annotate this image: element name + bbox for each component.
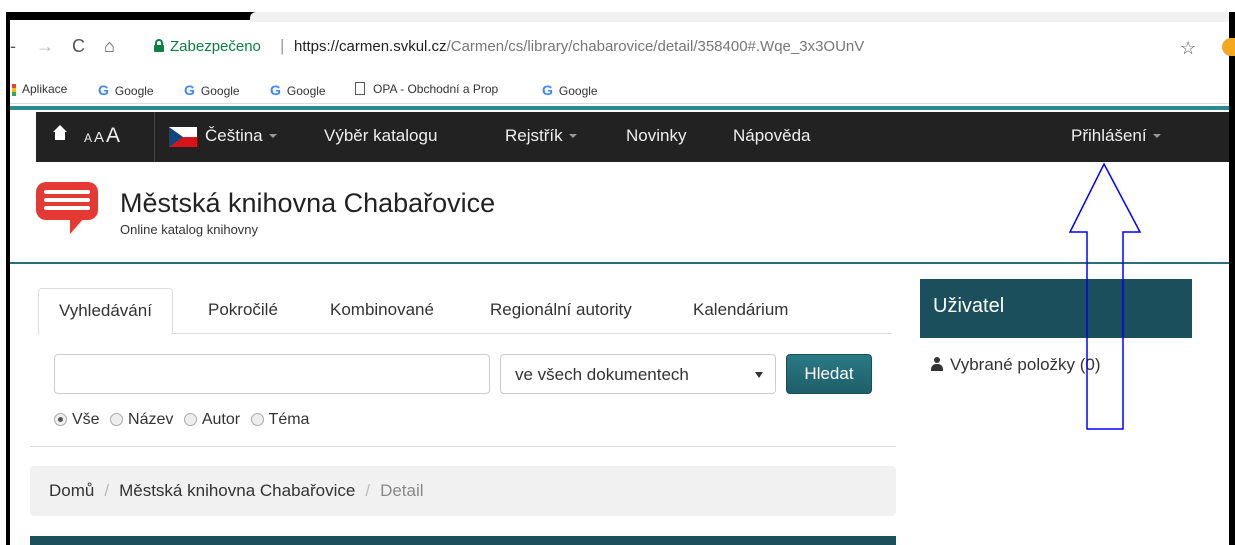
breadcrumb-current: Detail [380, 481, 424, 500]
nav-register[interactable]: Rejstřík [505, 126, 577, 146]
google-icon: G [270, 82, 281, 98]
forward-icon[interactable]: → [36, 36, 54, 57]
secure-label: Zabezpečeno [170, 38, 261, 55]
bookmark-google-1[interactable]: G Google [98, 82, 154, 98]
font-size-controls: A AA [84, 124, 122, 148]
header-divider [10, 262, 1229, 264]
bookmark-google-3[interactable]: G Google [270, 82, 326, 98]
library-header: Městská knihovna Chabařovice Online kata… [10, 162, 1229, 262]
tab-search[interactable]: Vyhledávání [38, 288, 173, 335]
radio-icon [110, 413, 124, 426]
url-path: /Carmen/cs/library/chabarovice/detail/35… [446, 38, 865, 55]
select-arrow-icon [755, 372, 763, 378]
nav-divider [154, 112, 155, 162]
breadcrumb-separator: / [365, 481, 371, 500]
bookmark-google-4[interactable]: G Google [542, 82, 598, 98]
address-bar-row: - → C ⌂ Zabezpečeno | https://carmen.svk… [10, 22, 1235, 74]
nav-news[interactable]: Novinky [626, 126, 686, 146]
tab-calendar[interactable]: Kalendárium [673, 288, 808, 334]
nav-catalog[interactable]: Výběr katalogu [324, 126, 437, 146]
font-size-small[interactable]: A [84, 131, 92, 145]
search-scope-select[interactable]: ve všech dokumentech [500, 354, 776, 394]
google-icon: G [98, 82, 109, 98]
radio-title[interactable]: Název [110, 411, 173, 429]
search-tabs: Vyhledávání Pokročilé Kombinované Region… [38, 288, 892, 335]
detail-header-bar [30, 536, 896, 545]
reload-icon[interactable]: C [72, 36, 85, 57]
url-separator: | [280, 36, 285, 55]
breadcrumb-library[interactable]: Městská knihovna Chabařovice [119, 481, 355, 500]
user-panel-title: Uživatel [920, 279, 1192, 338]
radio-topic[interactable]: Téma [250, 411, 309, 429]
home-icon[interactable] [53, 125, 67, 143]
breadcrumb-separator: / [104, 481, 110, 500]
library-subtitle: Online katalog knihovny [120, 222, 259, 237]
radio-all[interactable]: Vše [54, 411, 100, 429]
library-title[interactable]: Městská knihovna Chabařovice [120, 188, 495, 219]
radio-icon [250, 413, 264, 426]
czech-flag-icon [169, 127, 197, 147]
nav-login[interactable]: Přihlášení [1071, 126, 1161, 146]
bookmark-star-icon[interactable]: ☆ [1180, 38, 1196, 59]
google-icon: G [542, 82, 553, 98]
search-button[interactable]: Hledat [786, 354, 872, 394]
extension-icon[interactable] [1222, 38, 1235, 56]
search-input[interactable] [54, 354, 490, 394]
back-icon[interactable]: - [10, 36, 16, 57]
user-icon [930, 357, 944, 371]
breadcrumb: Domů / Městská knihovna Chabařovice / Detail [30, 466, 896, 516]
home-browser-icon[interactable]: ⌂ [104, 36, 115, 57]
radio-icon [183, 413, 197, 426]
search-field-radios: Vše Název Autor Téma [54, 411, 315, 429]
annotation-arrow-icon [1068, 162, 1142, 430]
library-logo[interactable] [36, 182, 100, 238]
document-icon [355, 82, 365, 95]
bookmark-opa[interactable]: OPA - Obchodní a Prop [355, 82, 498, 96]
url-text: https://carmen.svkul.cz/Carmen/cs/librar… [294, 38, 864, 55]
tab-regional-authorities[interactable]: Regionální autority [470, 288, 652, 334]
apps-icon [12, 84, 16, 96]
font-size-large[interactable]: A [106, 124, 120, 147]
url-host: https://carmen.svkul.cz [294, 38, 447, 55]
caret-down-icon [1152, 134, 1161, 138]
window-frame-right [1229, 12, 1235, 545]
lock-icon [154, 39, 164, 52]
bookmarks-bar: Aplikace G Google G Google G Google OPA - O… [10, 74, 1229, 104]
main-navbar: A AA Čeština Výběr katalogu Rejstřík Novi… [36, 112, 1229, 162]
radio-author[interactable]: Autor [183, 411, 240, 429]
breadcrumb-home[interactable]: Domů [49, 481, 94, 500]
search-scope-value: ve všech dokumentech [515, 365, 689, 384]
browser-tabstrip [250, 12, 1230, 22]
search-divider [30, 446, 896, 447]
url-field[interactable]: Zabezpečeno | https://carmen.svkul.cz/Ca… [140, 31, 1220, 63]
bookmark-google-2[interactable]: G Google [184, 82, 240, 98]
page-top-border [10, 106, 1229, 110]
bookmark-apps[interactable]: Aplikace [22, 82, 67, 96]
caret-down-icon [568, 134, 577, 138]
font-size-medium[interactable]: A [94, 129, 104, 146]
radio-checked-icon [54, 413, 67, 426]
nav-help[interactable]: Nápověda [733, 126, 811, 146]
tab-combined[interactable]: Kombinované [310, 288, 454, 334]
google-icon: G [184, 82, 195, 98]
tab-advanced[interactable]: Pokročilé [188, 288, 298, 334]
caret-down-icon [268, 134, 277, 138]
nav-language[interactable]: Čeština [205, 126, 277, 146]
